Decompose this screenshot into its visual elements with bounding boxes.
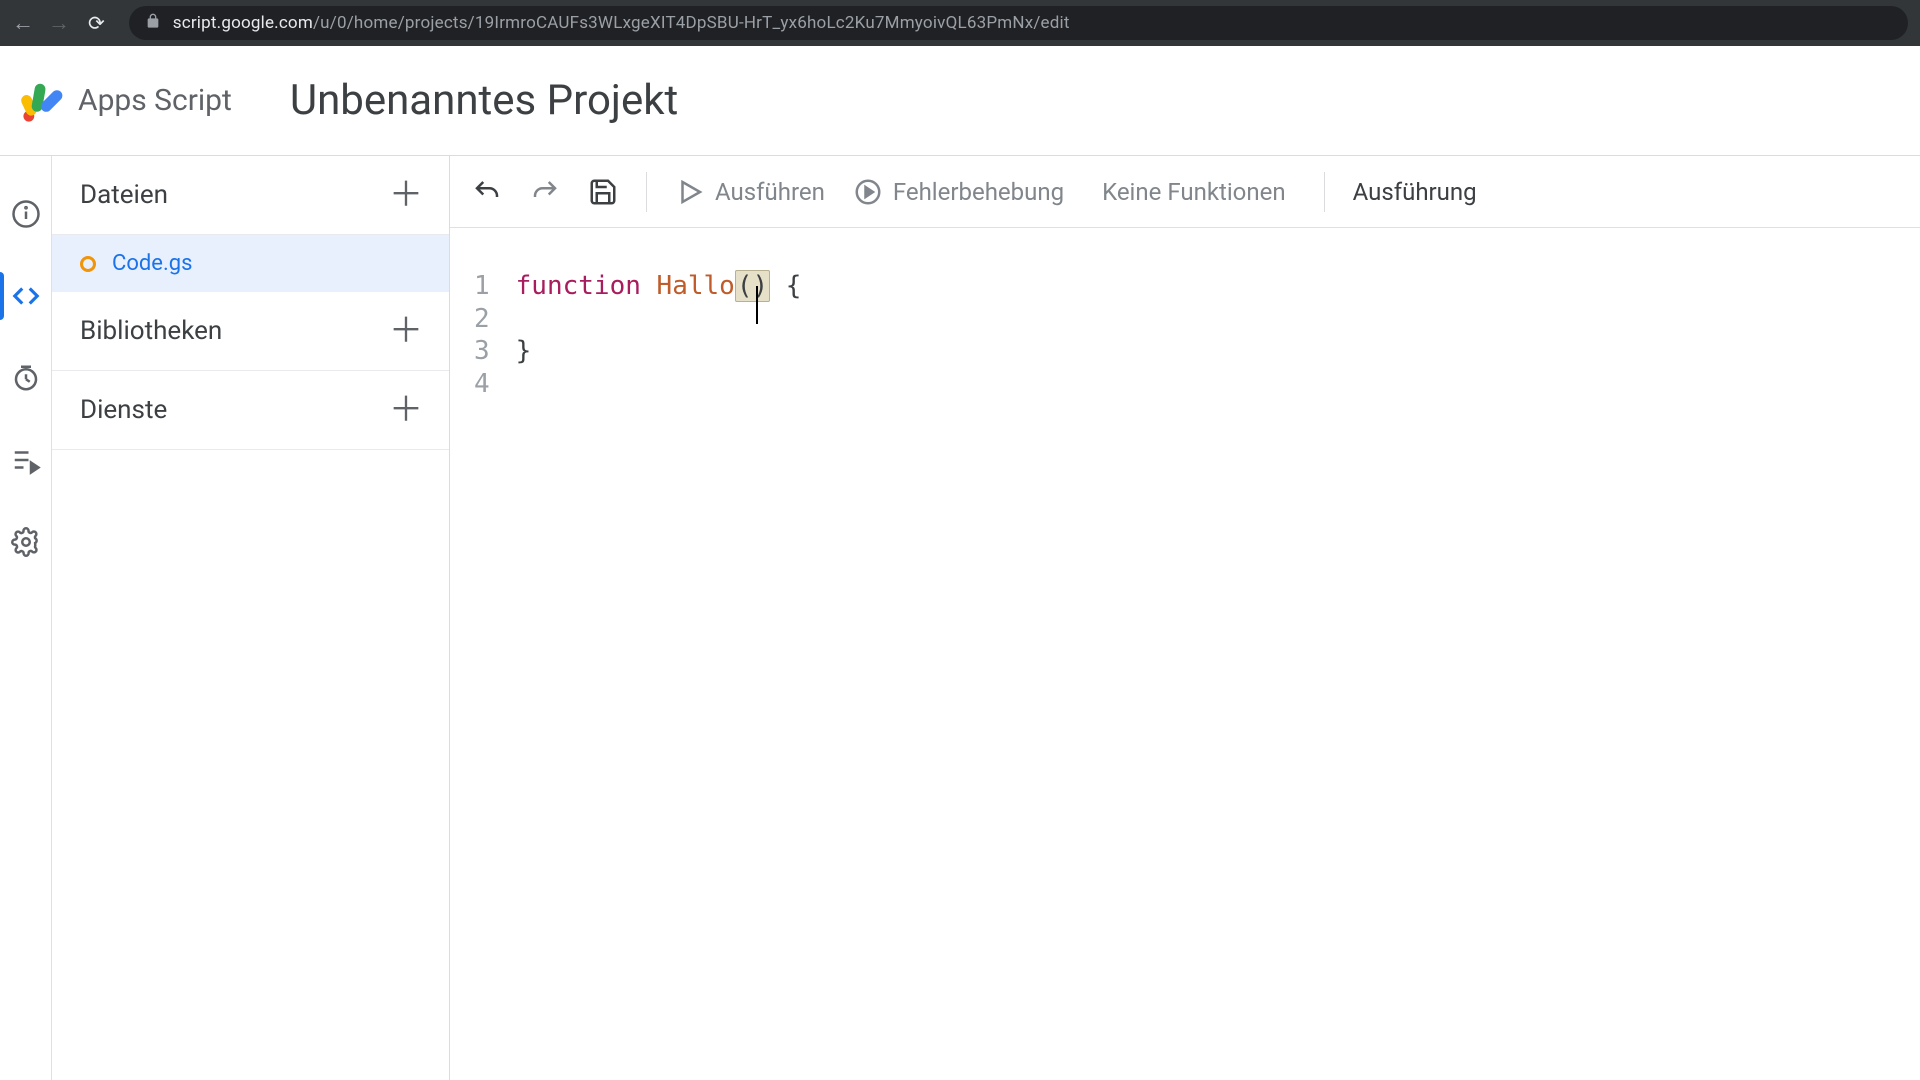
project-title[interactable]: Unbenanntes Projekt	[290, 76, 678, 125]
separator	[1324, 172, 1325, 212]
lock-icon	[145, 13, 161, 33]
save-icon	[588, 177, 618, 207]
editor-toolbar: Ausführen Fehlerbehebung Keine Funktione…	[450, 156, 1920, 228]
apps-script-logo-icon	[18, 75, 70, 127]
address-bar[interactable]: script.google.com/u/0/home/projects/19Ir…	[129, 6, 1908, 40]
app-header: Apps Script Unbenanntes Projekt	[0, 46, 1920, 156]
info-icon	[11, 199, 41, 229]
code-line	[516, 368, 802, 401]
debug-label: Fehlerbehebung	[893, 178, 1064, 206]
line-number: 4	[474, 368, 490, 401]
sidebar-section-libraries: Bibliotheken ＋	[52, 292, 449, 371]
run-label: Ausführen	[715, 178, 825, 206]
unsaved-indicator-icon	[80, 256, 96, 272]
undo-button[interactable]	[472, 177, 502, 207]
app-logo[interactable]: Apps Script	[18, 75, 232, 127]
save-button[interactable]	[588, 177, 618, 207]
rail-editor[interactable]	[8, 278, 44, 314]
browser-chrome: ← → ⟳ script.google.com/u/0/home/project…	[0, 0, 1920, 46]
file-item[interactable]: Code.gs	[52, 235, 449, 292]
rail-executions[interactable]	[8, 442, 44, 478]
back-button[interactable]: ←	[12, 10, 34, 36]
code-line	[516, 303, 802, 336]
executions-icon	[11, 445, 41, 475]
sidebar: Dateien ＋ Code.gs Bibliotheken ＋ Dienste…	[52, 156, 450, 1080]
redo-icon	[530, 177, 560, 207]
section-label: Bibliotheken	[80, 316, 222, 346]
reload-button[interactable]: ⟳	[88, 11, 105, 35]
section-label: Dateien	[80, 180, 168, 210]
undo-icon	[472, 177, 502, 207]
debug-icon	[853, 177, 883, 207]
line-number: 1	[474, 270, 490, 303]
rail-triggers[interactable]	[8, 360, 44, 396]
file-name: Code.gs	[112, 251, 192, 276]
editor-area: Ausführen Fehlerbehebung Keine Funktione…	[450, 156, 1920, 1080]
forward-button[interactable]: →	[48, 10, 70, 36]
add-library-button[interactable]: ＋	[389, 314, 423, 348]
redo-button[interactable]	[530, 177, 560, 207]
line-gutter: 1 2 3 4	[474, 270, 516, 1080]
add-service-button[interactable]: ＋	[389, 393, 423, 427]
line-number: 2	[474, 303, 490, 336]
url-text: script.google.com/u/0/home/projects/19Ir…	[173, 13, 1070, 33]
gear-icon	[11, 527, 41, 557]
separator	[646, 172, 647, 212]
rail-settings[interactable]	[8, 524, 44, 560]
add-file-button[interactable]: ＋	[389, 178, 423, 212]
execution-log-button[interactable]: Ausführung	[1353, 178, 1477, 206]
code-icon	[11, 281, 41, 311]
code-line: function Hallo() {	[516, 270, 802, 303]
sidebar-section-files: Dateien ＋	[52, 156, 449, 235]
code-content[interactable]: function Hallo() { }	[516, 270, 802, 1080]
code-line: }	[516, 335, 802, 368]
left-rail	[0, 156, 52, 1080]
rail-overview[interactable]	[8, 196, 44, 232]
section-label: Dienste	[80, 395, 167, 425]
debug-button[interactable]: Fehlerbehebung	[853, 177, 1064, 207]
sidebar-section-services: Dienste ＋	[52, 371, 449, 450]
clock-icon	[11, 363, 41, 393]
code-editor[interactable]: 1 2 3 4 function Hallo() { }	[450, 228, 1920, 1080]
play-icon	[675, 177, 705, 207]
function-selector[interactable]: Keine Funktionen	[1092, 178, 1296, 206]
line-number: 3	[474, 335, 490, 368]
text-cursor	[756, 286, 758, 324]
app-name: Apps Script	[78, 83, 232, 118]
run-button[interactable]: Ausführen	[675, 177, 825, 207]
